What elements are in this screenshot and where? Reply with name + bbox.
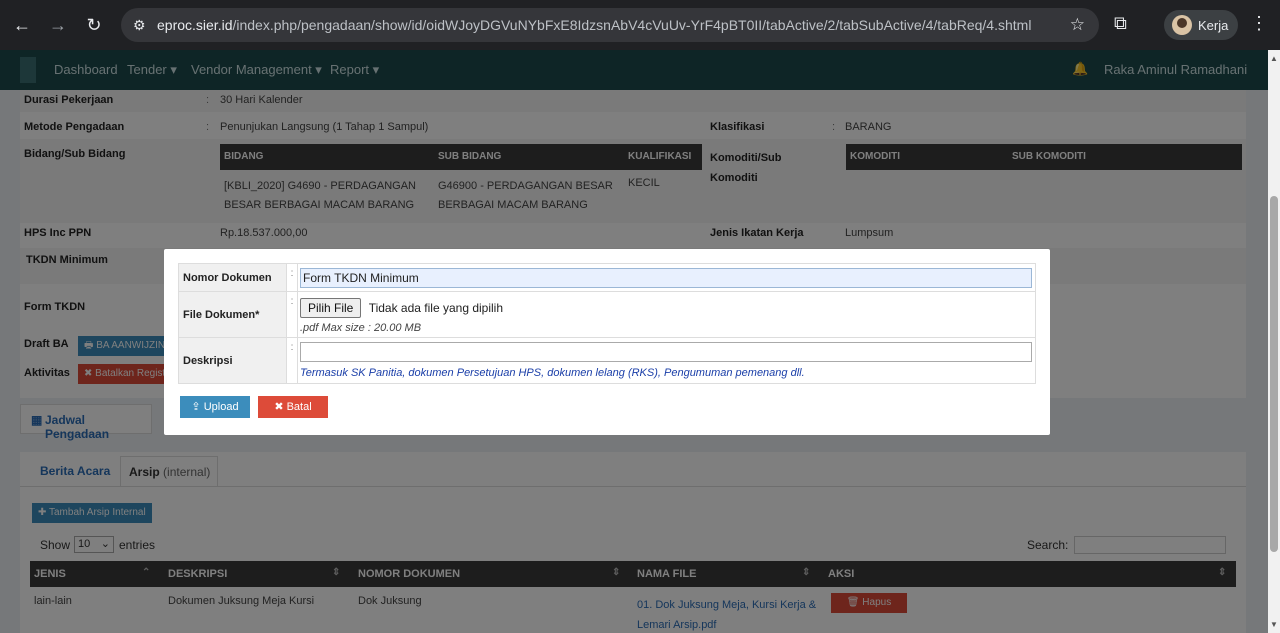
separator: : xyxy=(286,337,298,384)
profile-name: Kerja xyxy=(1198,18,1229,33)
file-dokumen-label: File Dokumen* xyxy=(178,291,287,338)
upload-form: Nomor Dokumen : File Dokumen* : Pilih Fi… xyxy=(178,263,1036,384)
scrollbar-thumb[interactable] xyxy=(1270,196,1278,552)
extensions-icon[interactable]: ⧉ xyxy=(1114,13,1127,34)
page-scrollbar[interactable]: ▲ ▼ xyxy=(1268,50,1280,633)
scroll-down-icon[interactable]: ▼ xyxy=(1270,620,1278,629)
batal-button[interactable]: ✖ Batal xyxy=(258,396,328,418)
url-host: eproc.sier.id xyxy=(157,17,233,33)
nomor-dokumen-label: Nomor Dokumen xyxy=(178,263,287,292)
deskripsi-input[interactable] xyxy=(300,342,1032,362)
upload-icon: ⇪ xyxy=(191,401,201,413)
separator: : xyxy=(286,263,298,292)
deskripsi-help: Termasuk SK Panitia, dokumen Persetujuan… xyxy=(300,367,805,379)
file-size-help: .pdf Max size : 20.00 MB xyxy=(300,321,422,334)
site-settings-icon[interactable]: ⚙ xyxy=(133,17,146,34)
scroll-up-icon[interactable]: ▲ xyxy=(1270,54,1278,63)
separator: : xyxy=(286,291,298,338)
deskripsi-label: Deskripsi xyxy=(178,337,287,384)
close-icon: ✖ xyxy=(274,401,284,413)
file-dokumen-cell: Pilih File Tidak ada file yang dipilih .… xyxy=(297,291,1036,338)
batal-text: Batal xyxy=(286,401,312,413)
menu-icon[interactable]: ⋮ xyxy=(1250,13,1268,34)
reload-icon[interactable]: ↻ xyxy=(82,13,106,37)
upload-modal: Nomor Dokumen : File Dokumen* : Pilih Fi… xyxy=(164,249,1050,435)
nomor-dokumen-input[interactable] xyxy=(300,267,1032,288)
upload-text: Upload xyxy=(203,401,239,413)
url-text[interactable]: eproc.sier.id/index.php/pengadaan/show/i… xyxy=(157,17,1031,33)
url-path: /index.php/pengadaan/show/id/oidWJoyDGVu… xyxy=(232,17,1032,33)
profile-button[interactable]: Kerja xyxy=(1164,10,1238,40)
avatar xyxy=(1172,15,1192,35)
file-status: Tidak ada file yang dipilih xyxy=(368,300,504,315)
choose-file-button[interactable]: Pilih File xyxy=(300,297,362,318)
forward-icon[interactable]: → xyxy=(46,13,70,37)
star-icon[interactable]: ☆ xyxy=(1070,15,1085,35)
deskripsi-cell: Termasuk SK Panitia, dokumen Persetujuan… xyxy=(297,337,1036,384)
back-icon[interactable]: ← xyxy=(10,13,34,37)
browser-toolbar: ← → ↻ ⚙ eproc.sier.id/index.php/pengadaa… xyxy=(0,0,1280,50)
upload-button[interactable]: ⇪ Upload xyxy=(180,396,250,418)
nomor-dokumen-cell xyxy=(297,263,1036,292)
address-bar[interactable]: ⚙ eproc.sier.id/index.php/pengadaan/show… xyxy=(121,8,1099,42)
